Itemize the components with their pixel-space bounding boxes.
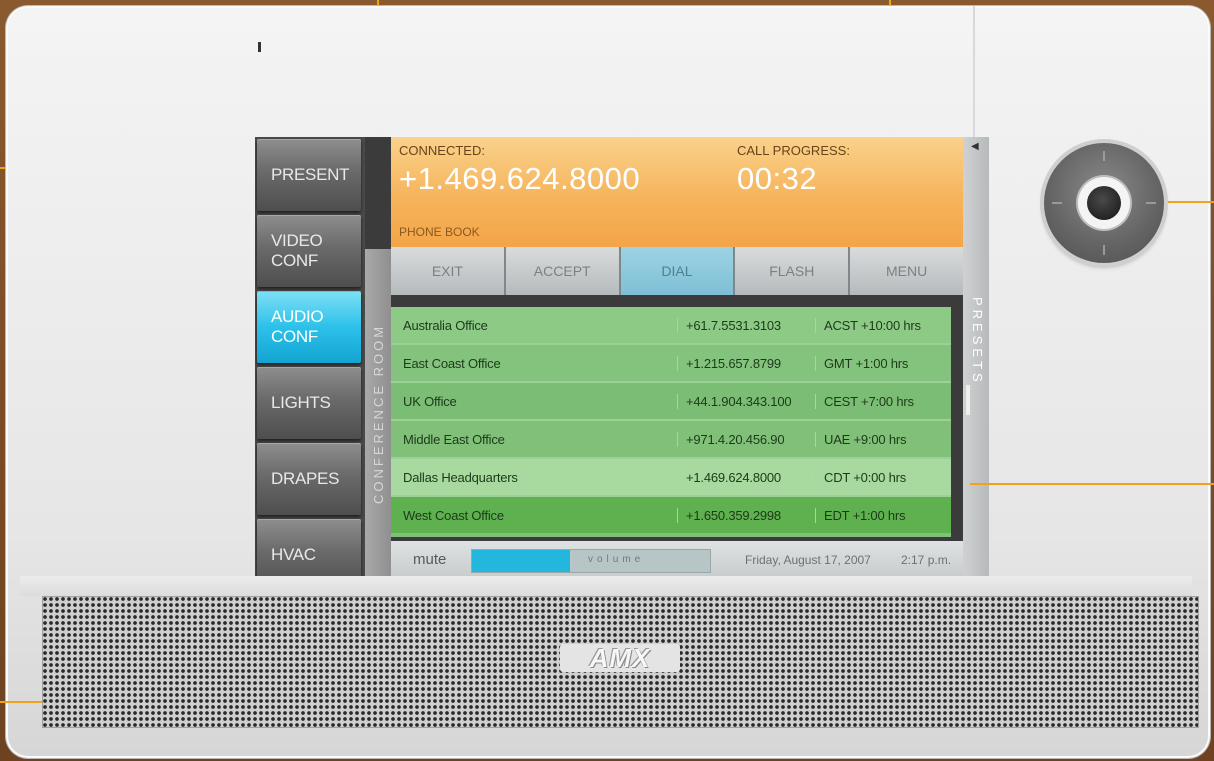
contact-name: Australia Office [403, 317, 488, 333]
brand-logo: AMX [560, 643, 680, 673]
sidebar-item-present[interactable]: PRESENT [257, 139, 361, 211]
volume-label: volume [588, 554, 645, 565]
softkey-bar: EXIT ACCEPT DIAL FLASH MENU [391, 247, 963, 295]
volume-slider[interactable]: volume [471, 549, 711, 573]
phonebook-list: Australia Office +61.7.5531.3103 ACST +1… [391, 307, 951, 537]
list-item[interactable]: West Coast Office +1.650.359.2998 EDT +1… [391, 497, 951, 533]
exit-button[interactable]: EXIT [391, 247, 506, 295]
phonebook-label: PHONE BOOK [399, 225, 480, 239]
contact-name: Middle East Office [403, 431, 505, 447]
room-strip: CONFERENCE ROOM [365, 249, 391, 579]
call-progress-label: CALL PROGRESS: [737, 143, 850, 158]
contact-timezone: GMT +1:00 hrs [815, 355, 951, 371]
collapse-arrow-icon[interactable]: ◀ [971, 141, 979, 152]
volume-fill [472, 550, 570, 572]
contact-timezone: CDT +0:00 hrs [815, 469, 951, 485]
list-item[interactable]: East Coast Office +1.215.657.8799 GMT +1… [391, 345, 951, 383]
sidebar-item-hvac[interactable]: HVAC [257, 519, 361, 579]
dial-tick-left [1052, 202, 1062, 204]
contact-name: East Coast Office [403, 355, 501, 371]
navigation-dial[interactable] [1044, 143, 1164, 263]
connected-label: CONNECTED: [399, 143, 485, 158]
speaker-bezel [20, 576, 1192, 596]
menu-button[interactable]: MENU [850, 247, 963, 295]
sidebar-item-drapes[interactable]: DRAPES [257, 443, 361, 515]
scrollbar-thumb[interactable] [966, 385, 970, 415]
sidebar-item-lights[interactable]: LIGHTS [257, 367, 361, 439]
date-display: Friday, August 17, 2007 [745, 553, 871, 567]
list-item[interactable]: Australia Office +61.7.5531.3103 ACST +1… [391, 307, 951, 345]
contact-timezone: EDT +1:00 hrs [815, 507, 951, 523]
time-display: 2:17 p.m. [901, 553, 952, 567]
sidebar: PRESENT VIDEO CONF AUDIO CONF LIGHTS DRA… [255, 137, 365, 579]
list-item[interactable]: Middle East Office +971.4.20.456.90 UAE … [391, 421, 951, 459]
callout-line-dial [1158, 201, 1214, 203]
list-item-selected[interactable]: Dallas Headquarters +1.469.624.8000 CDT … [391, 459, 951, 497]
presets-label: PRESETS [970, 297, 985, 386]
callout-line-speaker [0, 701, 42, 703]
call-status-bar: CONNECTED: +1.469.624.8000 CALL PROGRESS… [391, 137, 963, 247]
call-progress-time: 00:32 [737, 161, 818, 196]
footer-bar: mute volume Friday, August 17, 2007 2:17… [391, 541, 963, 579]
room-label: CONFERENCE ROOM [371, 323, 386, 505]
list-item[interactable]: UK Office +44.1.904.343.100 CEST +7:00 h… [391, 383, 951, 421]
flash-button[interactable]: FLASH [735, 247, 851, 295]
accept-button[interactable]: ACCEPT [505, 247, 621, 295]
ambient-sensor [258, 42, 261, 52]
contact-timezone: ACST +10:00 hrs [815, 317, 951, 333]
connected-number: +1.469.624.8000 [399, 161, 641, 196]
sidebar-item-audio-conf[interactable]: AUDIO CONF [257, 291, 361, 363]
contact-number: +44.1.904.343.100 [677, 393, 815, 409]
callout-line-presets [970, 483, 1214, 485]
dial-select-button[interactable] [1087, 186, 1121, 220]
contact-timezone: UAE +9:00 hrs [815, 431, 951, 447]
contact-number: +1.650.359.2998 [677, 507, 815, 523]
dial-tick-right [1146, 202, 1156, 204]
contact-number: +61.7.5531.3103 [677, 317, 815, 333]
dial-center-ring [1078, 177, 1130, 229]
contact-name: UK Office [403, 393, 457, 409]
dial-tick-bottom [1103, 245, 1105, 255]
dial-tick-top [1103, 151, 1105, 161]
contact-timezone: CEST +7:00 hrs [815, 393, 951, 409]
contact-number: +971.4.20.456.90 [677, 431, 815, 447]
contact-number: +1.469.624.8000 [677, 469, 815, 485]
contact-name: Dallas Headquarters [403, 469, 518, 485]
mute-button[interactable]: mute [413, 551, 446, 568]
touch-screen: PRESENT VIDEO CONF AUDIO CONF LIGHTS DRA… [255, 137, 989, 579]
sidebar-item-video-conf[interactable]: VIDEO CONF [257, 215, 361, 287]
contact-number: +1.215.657.8799 [677, 355, 815, 371]
presets-tab[interactable]: ◀ PRESETS [963, 137, 989, 579]
contact-name: West Coast Office [403, 507, 504, 523]
dial-button[interactable]: DIAL [620, 247, 736, 295]
